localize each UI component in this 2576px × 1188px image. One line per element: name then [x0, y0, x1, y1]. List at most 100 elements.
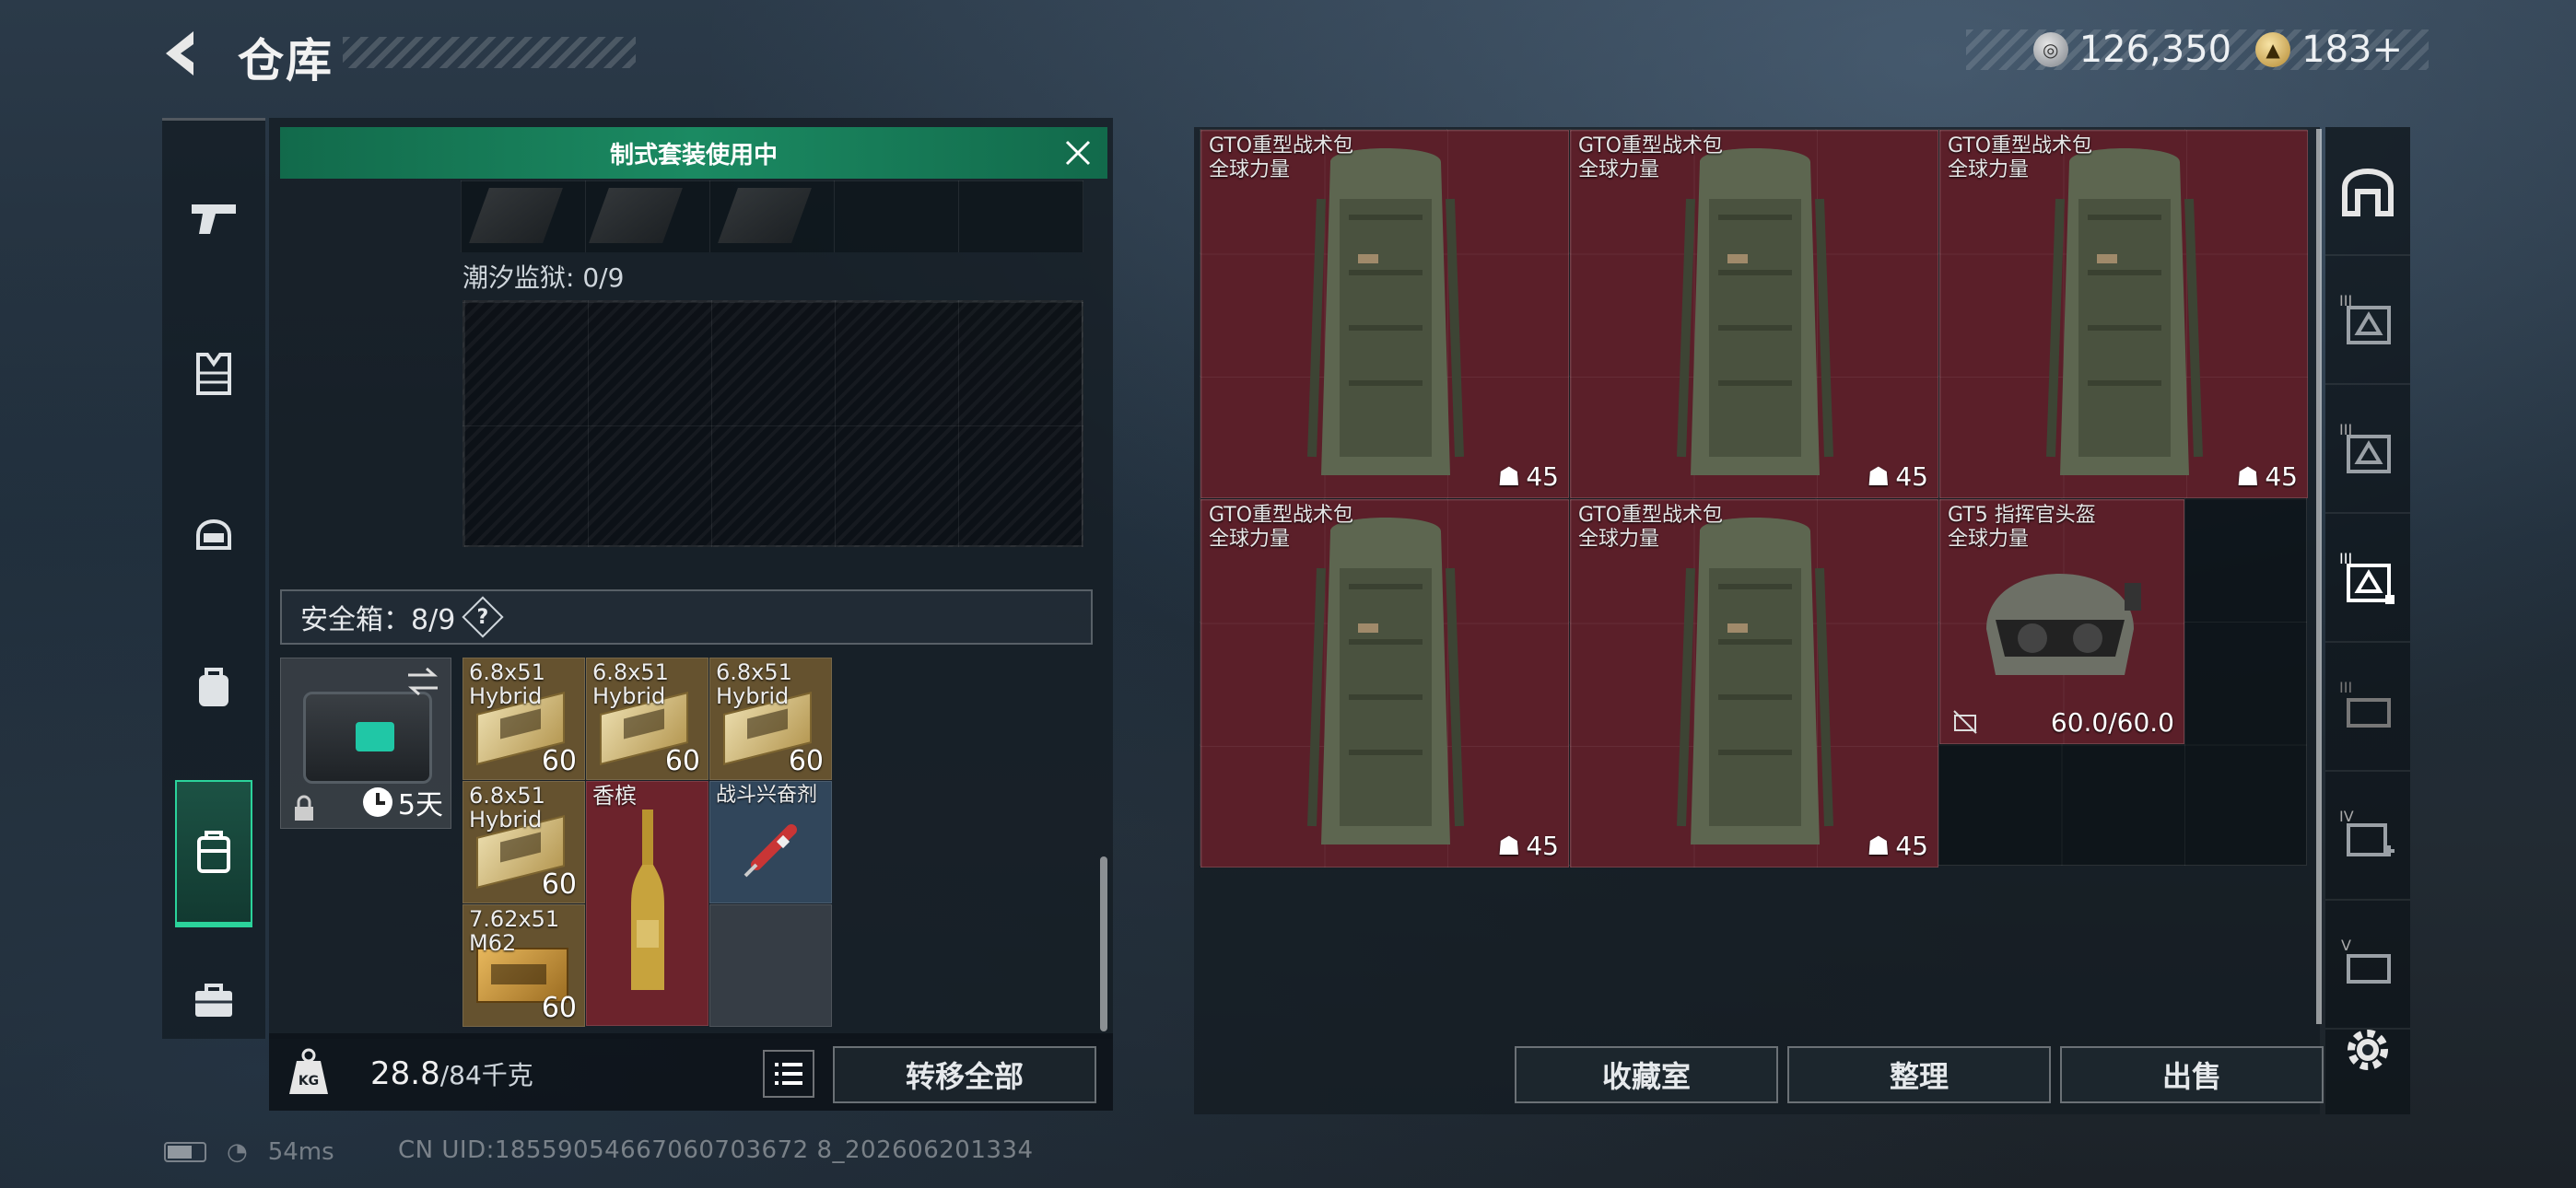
safe-item-ammo[interactable]: 7.62x51 M62 60	[463, 904, 585, 1027]
stash-page-tab[interactable]: III	[2325, 643, 2410, 772]
stash-page-tab[interactable]: III	[2325, 256, 2410, 385]
item-value: ☗ 45	[1497, 461, 1559, 492]
pistol-icon	[192, 204, 236, 234]
settings-gear-icon[interactable]	[2340, 1022, 2395, 1077]
backpack-icon	[199, 668, 228, 706]
timer-value: 5天	[397, 789, 443, 821]
sort-button[interactable]: 整理	[1787, 1046, 2051, 1103]
weight-value: 28.8/84千克	[370, 1055, 533, 1092]
clock-icon	[362, 787, 392, 817]
safe-item-ammo[interactable]: 6.8x51 Hybrid 60	[586, 658, 708, 780]
battery-icon	[164, 1142, 206, 1162]
safe-item-stimulant[interactable]: 战斗兴奋剂	[709, 781, 832, 903]
gold-coin-icon: ▲	[2255, 32, 2291, 67]
stash-page-3-active-icon: III	[2339, 550, 2395, 604]
nav-toolbox[interactable]	[162, 931, 265, 1069]
loadout-banner: 制式套装使用中	[280, 127, 1107, 179]
left-category-nav	[162, 118, 265, 1039]
ping-value: 54ms	[267, 1138, 334, 1166]
close-icon[interactable]	[1061, 136, 1095, 169]
item-name: GTO重型战术包 全球力量	[1578, 504, 1724, 551]
helmet-icon	[196, 519, 231, 550]
weight-capacity-icon: ☗	[1497, 831, 1521, 861]
item-thumbnail[interactable]	[718, 188, 812, 243]
stash-page-tab-active[interactable]: III	[2325, 514, 2410, 643]
title-decoration	[343, 37, 636, 68]
lock-icon	[295, 795, 313, 821]
silver-coin-icon: ◎	[2032, 32, 2068, 67]
wifi-icon: ◔	[227, 1138, 248, 1166]
stash-item-backpack[interactable]: GTO重型战术包 全球力量 ☗ 45	[1570, 130, 1938, 498]
safe-item-champagne[interactable]: 香槟	[586, 781, 708, 1026]
stash-page-3b-icon: III	[2339, 421, 2391, 473]
stash-page-tab[interactable]: IV	[2325, 772, 2410, 901]
stash-item-backpack[interactable]: GTO重型战术包 全球力量 ☗ 45	[1200, 130, 1569, 498]
backpack-image	[1307, 518, 1464, 844]
stash-page-tab[interactable]: III	[2325, 385, 2410, 514]
item-thumbnail[interactable]	[469, 188, 563, 243]
svg-text:IV: IV	[2339, 808, 2354, 825]
item-name: GTO重型战术包 全球力量	[1948, 134, 2093, 181]
transfer-all-button[interactable]: 转移全部	[833, 1046, 1096, 1103]
no-trade-icon	[1953, 710, 1977, 734]
item-name: GT5 指挥官头盔 全球力量	[1948, 504, 2096, 551]
collection-room-button[interactable]: 收藏室	[1515, 1046, 1778, 1103]
safe-box-slot[interactable]: 5天	[280, 658, 451, 829]
item-name: 香槟	[592, 783, 637, 809]
stash-page-tab[interactable]: V	[2325, 901, 2410, 1030]
stash-grid: GTO重型战术包 全球力量 ☗ 45 GTO重型战术包 全球力量 ☗ 45 GTO重型战…	[1200, 129, 2308, 868]
left-scrollbar[interactable]	[1100, 856, 1107, 1031]
prison-container-grid[interactable]	[463, 300, 1083, 547]
nav-backpack[interactable]	[162, 618, 265, 756]
stash-home-icon	[2342, 169, 2394, 216]
backpack-image	[1677, 518, 1833, 844]
item-thumbnail[interactable]	[589, 188, 683, 243]
gold-coin-value[interactable]: 183+	[2301, 29, 2403, 71]
item-name: 6.8x51 Hybrid	[716, 659, 792, 709]
back-button[interactable]	[157, 26, 212, 81]
item-value: ☗ 45	[1867, 831, 1928, 861]
stash-item-helmet[interactable]: GT5 指挥官头盔 全球力量 60.0/60.0	[1939, 499, 2184, 744]
item-name: GTO重型战术包 全球力量	[1209, 134, 1354, 181]
list-icon	[775, 1063, 802, 1085]
safe-box-capacity: 安全箱：8/9	[300, 604, 456, 636]
sell-button[interactable]: 出售	[2060, 1046, 2324, 1103]
safe-box-grid: 6.8x51 Hybrid 60 6.8x51 Hybrid 60 6.8x51…	[463, 658, 833, 1027]
swap-icon[interactable]	[404, 666, 441, 697]
nav-safe-box[interactable]	[175, 780, 252, 927]
item-quantity: 60	[788, 745, 824, 777]
svg-text:III: III	[2339, 679, 2352, 696]
stash-item-backpack[interactable]: GTO重型战术包 全球力量 ☗ 45	[1200, 499, 1569, 868]
item-name: 6.8x51 Hybrid	[469, 659, 545, 709]
safe-item-ammo[interactable]: 6.8x51 Hybrid 60	[463, 658, 585, 780]
stash-home-tab[interactable]	[2325, 127, 2410, 256]
svg-text:V: V	[2341, 937, 2351, 954]
item-quantity: 60	[541, 992, 577, 1024]
nav-weapons[interactable]	[162, 148, 265, 286]
upper-container-grid	[461, 181, 1083, 252]
stash-item-backpack[interactable]: GTO重型战术包 全球力量 ☗ 45	[1939, 130, 2308, 498]
stash-scrollbar[interactable]	[2316, 129, 2322, 1024]
stash-page-5-icon: V	[2341, 937, 2391, 984]
item-quantity: 60	[664, 745, 700, 777]
nav-armor[interactable]	[162, 305, 265, 443]
help-icon[interactable]: ?	[462, 596, 504, 638]
safe-item-ammo[interactable]: 6.8x51 Hybrid 60	[463, 781, 585, 903]
currency-bar: ◎ 126,350 ▲ 183+	[1966, 29, 2429, 71]
toolbox-icon	[195, 984, 232, 1017]
stash-item-backpack[interactable]: GTO重型战术包 全球力量 ☗ 45	[1570, 499, 1938, 868]
svg-text:KG: KG	[299, 1074, 319, 1089]
stash-page-4-icon: IV	[2339, 808, 2395, 856]
empty-slot[interactable]	[709, 904, 832, 1027]
item-durability: 60.0/60.0	[2050, 707, 2174, 738]
safe-box-header: 安全箱：8/9 ?	[280, 589, 1093, 645]
safe-item-ammo[interactable]: 6.8x51 Hybrid 60	[709, 658, 832, 780]
list-view-button[interactable]	[763, 1050, 814, 1098]
weight-capacity-icon: ☗	[2236, 461, 2260, 492]
rental-timer: 5天	[362, 782, 443, 822]
champagne-bottle-image	[631, 809, 664, 990]
nav-helmet[interactable]	[162, 461, 265, 600]
banner-text: 制式套装使用中	[609, 141, 778, 169]
weight-capacity-icon: ☗	[1867, 461, 1891, 492]
item-name: 6.8x51 Hybrid	[592, 659, 669, 709]
